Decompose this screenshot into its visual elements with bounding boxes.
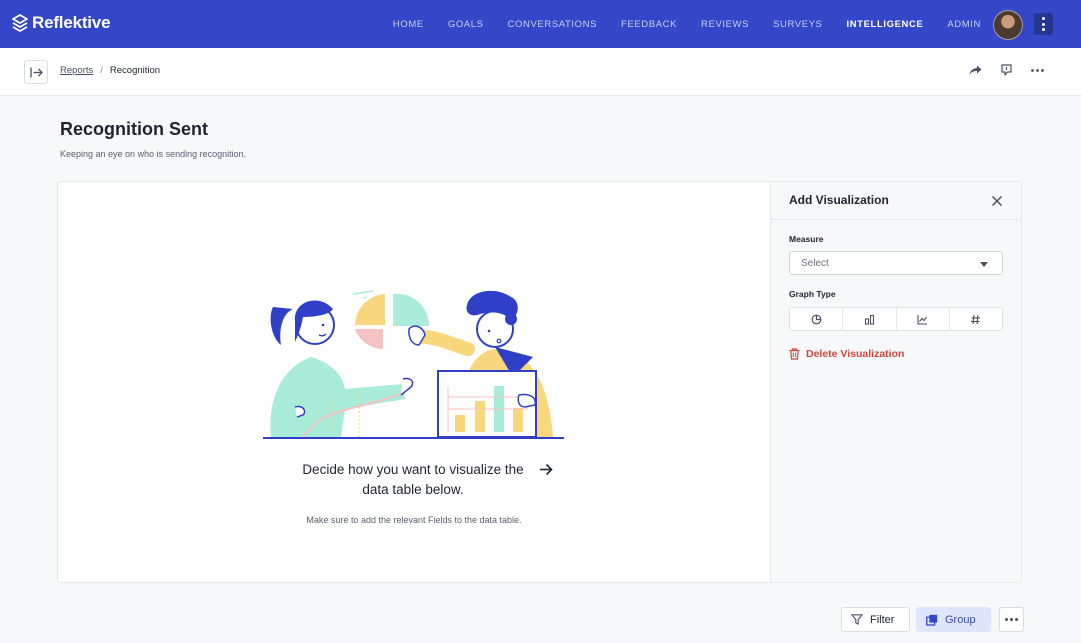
dot-icon (1010, 618, 1013, 621)
page-subtitle: Keeping an eye on who is sending recogni… (60, 149, 247, 159)
panel-title: Add Visualization (789, 193, 889, 207)
filter-button[interactable]: Filter (841, 607, 910, 632)
dot-icon (1015, 618, 1018, 621)
graph-type-pie-button[interactable] (790, 308, 844, 330)
number-icon (971, 314, 981, 324)
close-icon[interactable] (990, 194, 1004, 208)
dot-icon (1005, 618, 1008, 621)
empty-state-hint: Make sure to add the relevant Fields to … (306, 515, 522, 525)
dot-icon (1042, 22, 1045, 26)
graph-type-selector (789, 307, 1003, 331)
graph-type-line-button[interactable] (897, 308, 950, 330)
brand-logo[interactable]: Reflektive (12, 13, 111, 33)
share-icon (969, 65, 982, 75)
page-title: Recognition Sent (60, 119, 208, 139)
visualization-card: Decide how you want to visualize the dat… (57, 181, 1022, 583)
table-more-button[interactable] (999, 607, 1024, 632)
nav-intelligence[interactable]: INTELLIGENCE (847, 19, 924, 30)
expand-icon (29, 67, 43, 77)
measure-select[interactable]: Select (789, 251, 1003, 275)
graph-type-number-button[interactable] (950, 308, 1002, 330)
breadcrumb-separator: / (100, 65, 103, 76)
people-chart-illustration (263, 290, 564, 439)
empty-state-message: Decide how you want to visualize the dat… (302, 462, 524, 497)
main-nav: HOME GOALS CONVERSATIONS FEEDBACK REVIEW… (369, 0, 981, 48)
comment-button[interactable] (999, 63, 1014, 78)
dot-icon (1042, 28, 1045, 31)
pie-chart-icon (811, 314, 822, 324)
group-label: Group (945, 613, 976, 626)
top-navigation-bar: Reflektive HOME GOALS CONVERSATIONS FEED… (0, 0, 1081, 48)
arrow-right-icon (540, 463, 553, 476)
nav-home[interactable]: HOME (393, 19, 424, 30)
filter-icon (851, 614, 863, 625)
visualization-canvas: Decide how you want to visualize the dat… (58, 182, 770, 582)
breadcrumb-current: Recognition (109, 65, 161, 76)
header-actions (968, 63, 1045, 78)
share-button[interactable] (968, 63, 983, 78)
ellipsis-icon (1031, 69, 1044, 72)
nav-reviews[interactable]: REVIEWS (701, 19, 749, 30)
group-icon (926, 614, 938, 626)
breadcrumb: Reports / Recognition (60, 65, 160, 76)
breadcrumb-reports-link[interactable]: Reports (60, 65, 93, 76)
filter-label: Filter (870, 613, 895, 626)
nav-admin[interactable]: ADMIN (947, 19, 981, 30)
measure-select-value: Select (801, 258, 829, 269)
panel-header: Add Visualization (771, 182, 1021, 220)
report-header-bar: Reports / Recognition (0, 48, 1081, 96)
bar-chart-icon (864, 314, 874, 325)
comment-icon (1001, 64, 1012, 76)
nav-conversations[interactable]: CONVERSATIONS (508, 19, 597, 30)
user-avatar[interactable] (993, 10, 1023, 40)
expand-sidebar-button[interactable] (24, 60, 48, 84)
group-button[interactable]: Group (916, 607, 991, 632)
delete-visualization-button[interactable]: Delete Visualization (789, 348, 904, 360)
nav-surveys[interactable]: SURVEYS (773, 19, 822, 30)
add-visualization-panel: Add Visualization Measure Select Graph T… (770, 182, 1021, 582)
trash-icon (789, 348, 800, 360)
chevron-down-icon (980, 262, 988, 267)
data-table-actions: Filter Group (841, 607, 1024, 632)
nav-feedback[interactable]: FEEDBACK (621, 19, 677, 30)
line-chart-icon (917, 314, 928, 325)
graph-type-bar-button[interactable] (843, 308, 897, 330)
nav-goals[interactable]: GOALS (448, 19, 484, 30)
brand-name: Reflektive (32, 13, 111, 32)
delete-visualization-label: Delete Visualization (806, 348, 905, 360)
more-menu-button[interactable] (1034, 13, 1053, 35)
graph-type-label: Graph Type (789, 289, 836, 299)
dot-icon (1042, 17, 1045, 20)
more-options-button[interactable] (1030, 63, 1045, 78)
measure-label: Measure (789, 234, 824, 244)
reflektive-logo-icon (12, 14, 28, 32)
